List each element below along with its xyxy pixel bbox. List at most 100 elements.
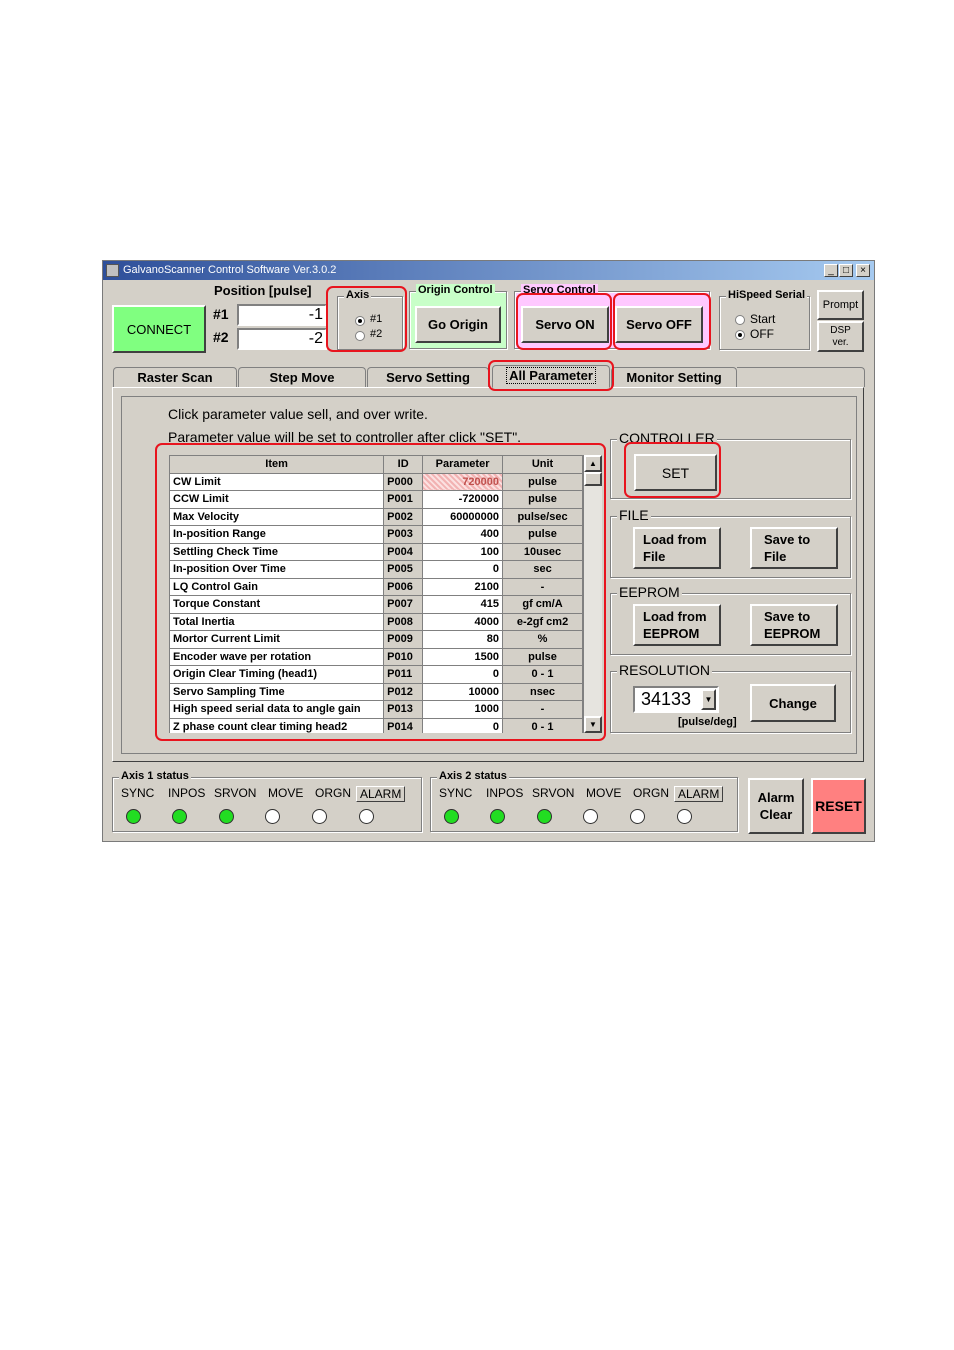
servo-on-button[interactable]: Servo ON: [521, 306, 609, 343]
axis1-orgn-indicator: [312, 809, 327, 824]
go-origin-button[interactable]: Go Origin: [415, 306, 501, 343]
parameter-value-cell[interactable]: 2100: [422, 577, 504, 596]
connect-button[interactable]: CONNECT: [112, 305, 206, 353]
parameter-value-cell[interactable]: 1000: [422, 700, 504, 719]
axis1-orgn-label: ORGN: [315, 786, 351, 800]
parameter-value-cell[interactable]: 720000: [422, 472, 504, 491]
maximize-button[interactable]: □: [839, 264, 853, 277]
axis2-sync-indicator: [444, 809, 459, 824]
axis1-inpos-label: INPOS: [168, 786, 206, 800]
save-eeprom-line2: EEPROM: [764, 626, 821, 641]
minimize-button[interactable]: _: [824, 264, 838, 277]
header-item: Item: [169, 455, 385, 474]
app-icon: [106, 264, 119, 277]
save-to-file-button[interactable]: Save to File: [750, 527, 838, 569]
change-button[interactable]: Change: [750, 684, 836, 722]
scroll-down-icon[interactable]: ▼: [584, 716, 602, 733]
axis-2-radio[interactable]: [355, 331, 365, 341]
tab-step-move[interactable]: Step Move: [238, 367, 366, 387]
file-group: FILE Load from File Save to File: [610, 507, 851, 578]
resolution-select[interactable]: 34133 ▼: [633, 686, 719, 713]
table-cell-id: P006: [383, 577, 424, 596]
position-2-field[interactable]: -2: [237, 328, 327, 350]
alarm-clear-line2: Clear: [759, 807, 793, 822]
save-eeprom-line1: Save to: [764, 609, 811, 624]
axis-2-label: #2: [370, 328, 383, 340]
header-id: ID: [383, 455, 424, 474]
save-to-eeprom-button[interactable]: Save to EEPROM: [750, 604, 838, 646]
hispeed-start-label: Start: [750, 312, 776, 326]
parameter-value-cell[interactable]: 415: [422, 595, 504, 614]
table-cell-unit: sec: [502, 560, 583, 579]
axis-1-radio[interactable]: [355, 316, 365, 326]
axis1-status-label: Axis 1 status: [119, 770, 191, 782]
axis2-orgn-label: ORGN: [633, 786, 669, 800]
tab-monitor-setting[interactable]: Monitor Setting: [611, 367, 737, 387]
tab-raster-scan[interactable]: Raster Scan: [113, 367, 237, 387]
load-eeprom-line1: Load from: [643, 609, 707, 624]
parameter-value-cell[interactable]: 0: [422, 560, 504, 579]
parameter-grid: Item ID Parameter Unit CW Limit P000 72000…: [169, 455, 602, 733]
table-row: Origin Clear Timing (head1) P011 0 0 - 1: [169, 665, 583, 684]
axis1-sync-label: SYNC: [121, 786, 155, 800]
parameter-value-cell[interactable]: 80: [422, 630, 504, 649]
table-cell-item: In-position Over Time: [169, 560, 385, 579]
table-cell-unit: pulse/sec: [502, 507, 583, 526]
table-cell-id: P005: [383, 560, 424, 579]
parameter-value-cell[interactable]: -720000: [422, 490, 504, 509]
parameter-value-cell[interactable]: 10000: [422, 682, 504, 701]
table-cell-id: P007: [383, 595, 424, 614]
axis2-alarm-label[interactable]: ALARM: [674, 786, 724, 802]
reset-button[interactable]: RESET: [811, 778, 866, 834]
grid-scrollbar[interactable]: ▲ ▼: [584, 455, 602, 733]
table-cell-item: Torque Constant: [169, 595, 385, 614]
parameter-table: Item ID Parameter Unit CW Limit P000 72000…: [169, 455, 583, 733]
table-cell-unit: pulse: [502, 525, 583, 544]
servo-off-button[interactable]: Servo OFF: [615, 306, 703, 343]
table-cell-id: P011: [383, 665, 424, 684]
hispeed-off-label: OFF: [750, 327, 774, 341]
axis1-move-label: MOVE: [268, 786, 304, 800]
table-cell-unit: e-2gf cm2: [502, 612, 583, 631]
header-parameter: Parameter: [422, 455, 504, 474]
parameter-value-cell[interactable]: 400: [422, 525, 504, 544]
alarm-clear-button[interactable]: Alarm Clear: [748, 778, 804, 834]
eeprom-label: EEPROM: [617, 584, 682, 600]
hispeed-start-radio[interactable]: [735, 315, 745, 325]
table-cell-item: Max Velocity: [169, 507, 385, 526]
scroll-thumb[interactable]: [584, 472, 602, 486]
tab-all-parameter[interactable]: All Parameter: [492, 365, 610, 388]
axis1-srvon-label: SRVON: [214, 786, 257, 800]
table-cell-unit: gf cm/A: [502, 595, 583, 614]
axis1-alarm-label[interactable]: ALARM: [356, 786, 406, 802]
parameter-value-cell[interactable]: 0: [422, 665, 504, 684]
load-from-file-button[interactable]: Load from File: [633, 527, 721, 569]
dsp-version-button[interactable]: DSP ver.: [817, 321, 864, 352]
tab-servo-setting[interactable]: Servo Setting: [367, 367, 489, 387]
pos2-label: #2: [213, 329, 229, 345]
save-file-line2: File: [764, 549, 787, 564]
load-from-eeprom-button[interactable]: Load from EEPROM: [633, 604, 721, 646]
table-header-row: Item ID Parameter Unit: [169, 455, 583, 474]
table-cell-id: P014: [383, 717, 424, 733]
prompt-button[interactable]: Prompt: [817, 290, 864, 320]
parameter-value-cell[interactable]: 0: [422, 717, 504, 733]
parameter-value-cell[interactable]: 1500: [422, 647, 504, 666]
header-unit: Unit: [502, 455, 583, 474]
parameter-value-cell[interactable]: 100: [422, 542, 504, 561]
position-1-field[interactable]: -1: [237, 304, 327, 326]
table-row: Total Inertia P008 4000 e-2gf cm2: [169, 612, 583, 631]
axis2-srvon-indicator: [537, 809, 552, 824]
table-cell-unit: nsec: [502, 682, 583, 701]
table-row: Settling Check Time P004 100 10usec: [169, 542, 583, 561]
table-cell-item: Servo Sampling Time: [169, 682, 385, 701]
load-file-line2: File: [643, 549, 666, 564]
dropdown-arrow-icon[interactable]: ▼: [701, 689, 716, 710]
scroll-up-icon[interactable]: ▲: [584, 455, 602, 472]
set-button[interactable]: SET: [634, 454, 717, 491]
all-parameter-panel: Click parameter value sell, and over wri…: [112, 387, 864, 762]
close-button[interactable]: ×: [856, 264, 870, 277]
parameter-value-cell[interactable]: 4000: [422, 612, 504, 631]
hispeed-off-radio[interactable]: [735, 330, 745, 340]
parameter-value-cell[interactable]: 60000000: [422, 507, 504, 526]
